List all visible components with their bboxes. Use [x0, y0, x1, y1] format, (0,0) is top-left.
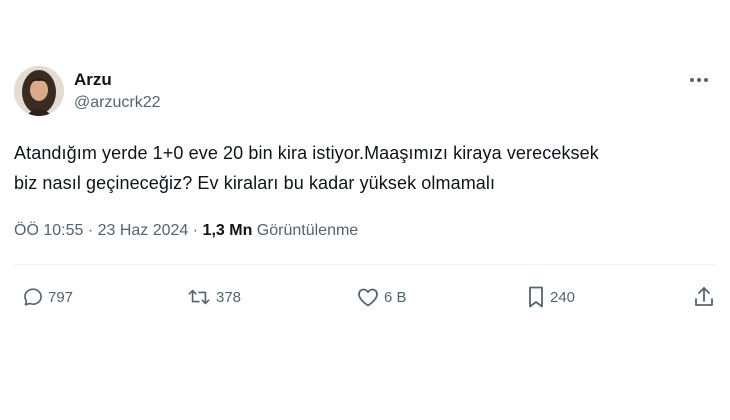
reply-button[interactable]: 797 — [22, 282, 73, 312]
more-button[interactable] — [686, 70, 712, 90]
reply-count: 797 — [48, 288, 74, 306]
author-handle[interactable]: @arzucrk22 — [74, 92, 161, 114]
tweet-card: Arzu @arzucrk22 Atandığım yerde 1+0 eve … — [0, 0, 730, 420]
tweet-header: Arzu @arzucrk22 — [14, 66, 716, 118]
author-display-name[interactable]: Arzu — [74, 70, 161, 90]
share-button[interactable] — [692, 282, 716, 312]
author-names: Arzu @arzucrk22 — [74, 70, 161, 114]
tweet-text: Atandığım yerde 1+0 eve 20 bin kira isti… — [14, 138, 714, 198]
like-icon — [358, 288, 378, 307]
bookmark-icon — [529, 286, 543, 308]
meta-separator: · — [188, 222, 203, 239]
tweet-text-line-1: Atandığım yerde 1+0 eve 20 bin kira isti… — [14, 143, 599, 163]
views-count: 1,3 Mn — [202, 222, 253, 239]
avatar-image — [14, 66, 64, 116]
action-bar: 797 378 6 B 240 — [14, 282, 716, 312]
repost-button[interactable]: 378 — [186, 282, 241, 312]
repost-icon — [188, 289, 210, 305]
reply-icon — [24, 288, 42, 306]
tweet-text-line-2: biz nasıl geçineceğiz? Ev kiraları bu ka… — [14, 173, 496, 193]
tweet-time[interactable]: ÖÖ 10:55 — [14, 222, 83, 239]
tweet-date[interactable]: 23 Haz 2024 — [98, 222, 189, 239]
more-icon — [690, 78, 708, 82]
bookmark-button[interactable]: 240 — [526, 282, 575, 312]
like-count: 6 B — [384, 288, 407, 306]
share-icon — [695, 287, 713, 306]
tweet-meta: ÖÖ 10:55 · 23 Haz 2024 · 1,3 Mn Görüntül… — [14, 220, 358, 242]
meta-separator: · — [83, 222, 98, 239]
bookmark-count: 240 — [550, 288, 576, 306]
like-button[interactable]: 6 B — [356, 282, 407, 312]
avatar[interactable] — [14, 66, 64, 116]
views-label: Görüntülenme — [256, 222, 359, 239]
divider — [14, 264, 716, 265]
repost-count: 378 — [216, 288, 242, 306]
